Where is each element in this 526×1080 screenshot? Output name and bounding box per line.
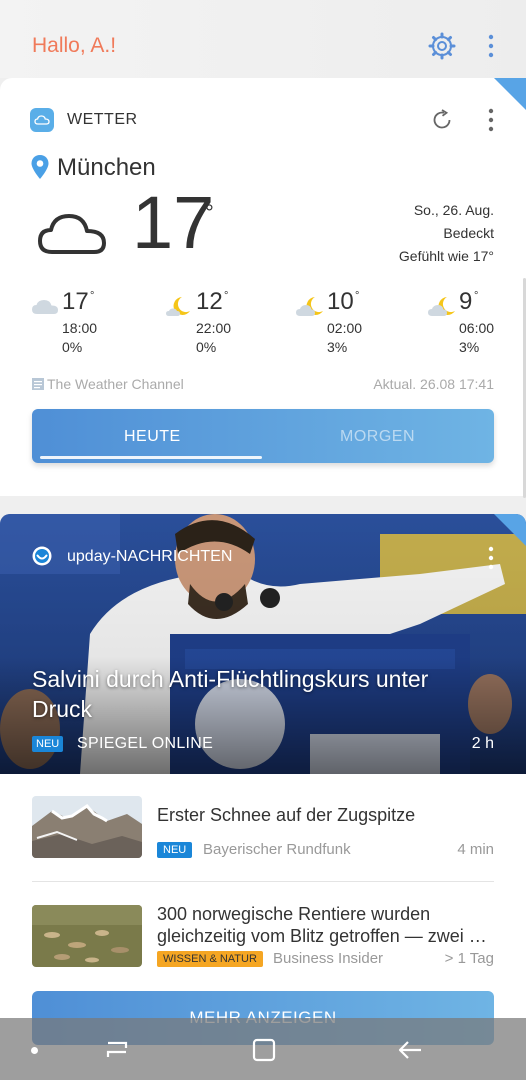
tab-today[interactable]: HEUTE (124, 428, 181, 446)
forecast-temp: 17 (62, 288, 89, 315)
moon-cloud-icon (428, 297, 455, 316)
forecast-precipitation: 3% (459, 339, 480, 355)
forecast-precipitation: 0% (196, 339, 217, 355)
home-icon[interactable] (251, 1037, 277, 1063)
news-app-title: upday-NACHRICHTEN (67, 548, 233, 565)
tab-tomorrow[interactable]: MORGEN (340, 428, 415, 446)
forecast-precipitation: 0% (62, 339, 83, 355)
city-name[interactable]: München (57, 154, 156, 182)
degree-symbol: ° (205, 200, 214, 225)
weather-date: So., 26. Aug. (413, 202, 494, 218)
list-item[interactable]: 300 norwegische Rentiere wurden gleichze… (0, 904, 526, 991)
news-item-time: 4 min (457, 841, 494, 858)
moon-icon (166, 297, 190, 316)
cloud-icon (32, 300, 58, 314)
forecast-temp: 9 (459, 288, 473, 315)
news-hero-card[interactable]: upday-NACHRICHTEN Salvini durch Anti-Flü… (0, 514, 526, 774)
news-item-time: > 1 Tag (444, 950, 494, 967)
location-pin-icon (31, 155, 49, 179)
recent-apps-icon[interactable] (104, 1038, 130, 1062)
header: Hallo, A.! (0, 0, 526, 78)
upday-logo-icon (32, 546, 52, 566)
more-vert-icon[interactable] (484, 108, 498, 132)
divider (32, 881, 494, 882)
forecast-item: 9 ° 06:00 3% (427, 290, 507, 360)
weather-source[interactable]: The Weather Channel (47, 376, 184, 392)
hero-headline[interactable]: Salvini durch Anti-Flüchtlingskurs unter… (32, 664, 452, 724)
forecast-item: 10 ° 02:00 3% (295, 290, 375, 360)
gear-icon[interactable] (428, 32, 456, 60)
active-tab-indicator (40, 456, 262, 459)
news-thumbnail (32, 905, 142, 967)
hero-time: 2 h (471, 735, 494, 752)
moon-cloud-icon (296, 297, 323, 316)
hero-source: SPIEGEL ONLINE (77, 735, 214, 752)
degree-symbol: ° (90, 290, 95, 302)
category-badge: WISSEN & NATUR (157, 951, 263, 967)
nav-dock-dot[interactable] (31, 1047, 38, 1054)
news-item-source: Business Insider (273, 950, 384, 967)
degree-symbol: ° (224, 290, 229, 302)
refresh-icon[interactable] (430, 108, 454, 132)
back-icon[interactable] (397, 1038, 423, 1062)
list-item[interactable]: Erster Schnee auf der Zugspitze NEU Baye… (0, 796, 526, 882)
new-badge: NEU (157, 842, 193, 858)
forecast-item: 17 ° 18:00 0% (30, 290, 110, 360)
forecast-time: 06:00 (459, 320, 495, 336)
weather-tabs: HEUTE MORGEN (32, 409, 494, 463)
forecast-temp: 10 (327, 288, 354, 315)
weather-card[interactable]: WETTER München 17 ° So., 26. Aug. Bedeck… (0, 78, 526, 496)
weather-channel-logo-icon (32, 378, 44, 390)
forecast-temp: 12 (196, 288, 223, 315)
weather-updated: Aktual. 26.08 17:41 (373, 376, 494, 392)
forecast-time: 02:00 (327, 320, 363, 336)
navigation-bar (0, 1018, 526, 1080)
news-thumbnail (32, 796, 142, 858)
cloud-icon (38, 214, 106, 254)
card-corner-marker (494, 78, 526, 110)
forecast-time: 22:00 (196, 320, 232, 336)
weather-app-icon (30, 108, 54, 132)
news-item-title: Erster Schnee auf der Zugspitze (157, 805, 416, 825)
weather-condition: Bedeckt (443, 225, 494, 241)
current-temperature: 17 (132, 181, 215, 264)
forecast-precipitation: 3% (327, 339, 348, 355)
weather-app-title: WETTER (67, 111, 138, 128)
card-corner-marker (494, 514, 526, 546)
new-badge: NEU (32, 736, 64, 752)
forecast-time: 18:00 (62, 320, 98, 336)
feels-like: Gefühlt wie 17° (398, 248, 494, 264)
more-vert-icon[interactable] (484, 546, 498, 570)
news-item-title: 300 norwegische Rentiere wurden gleichze… (157, 904, 487, 946)
degree-symbol: ° (355, 290, 360, 302)
more-vert-icon[interactable] (484, 34, 498, 58)
forecast-item: 12 ° 22:00 0% (164, 290, 244, 360)
degree-symbol: ° (474, 290, 479, 302)
greeting: Hallo, A.! (32, 34, 117, 57)
news-item-source: Bayerischer Rundfunk (203, 841, 351, 858)
